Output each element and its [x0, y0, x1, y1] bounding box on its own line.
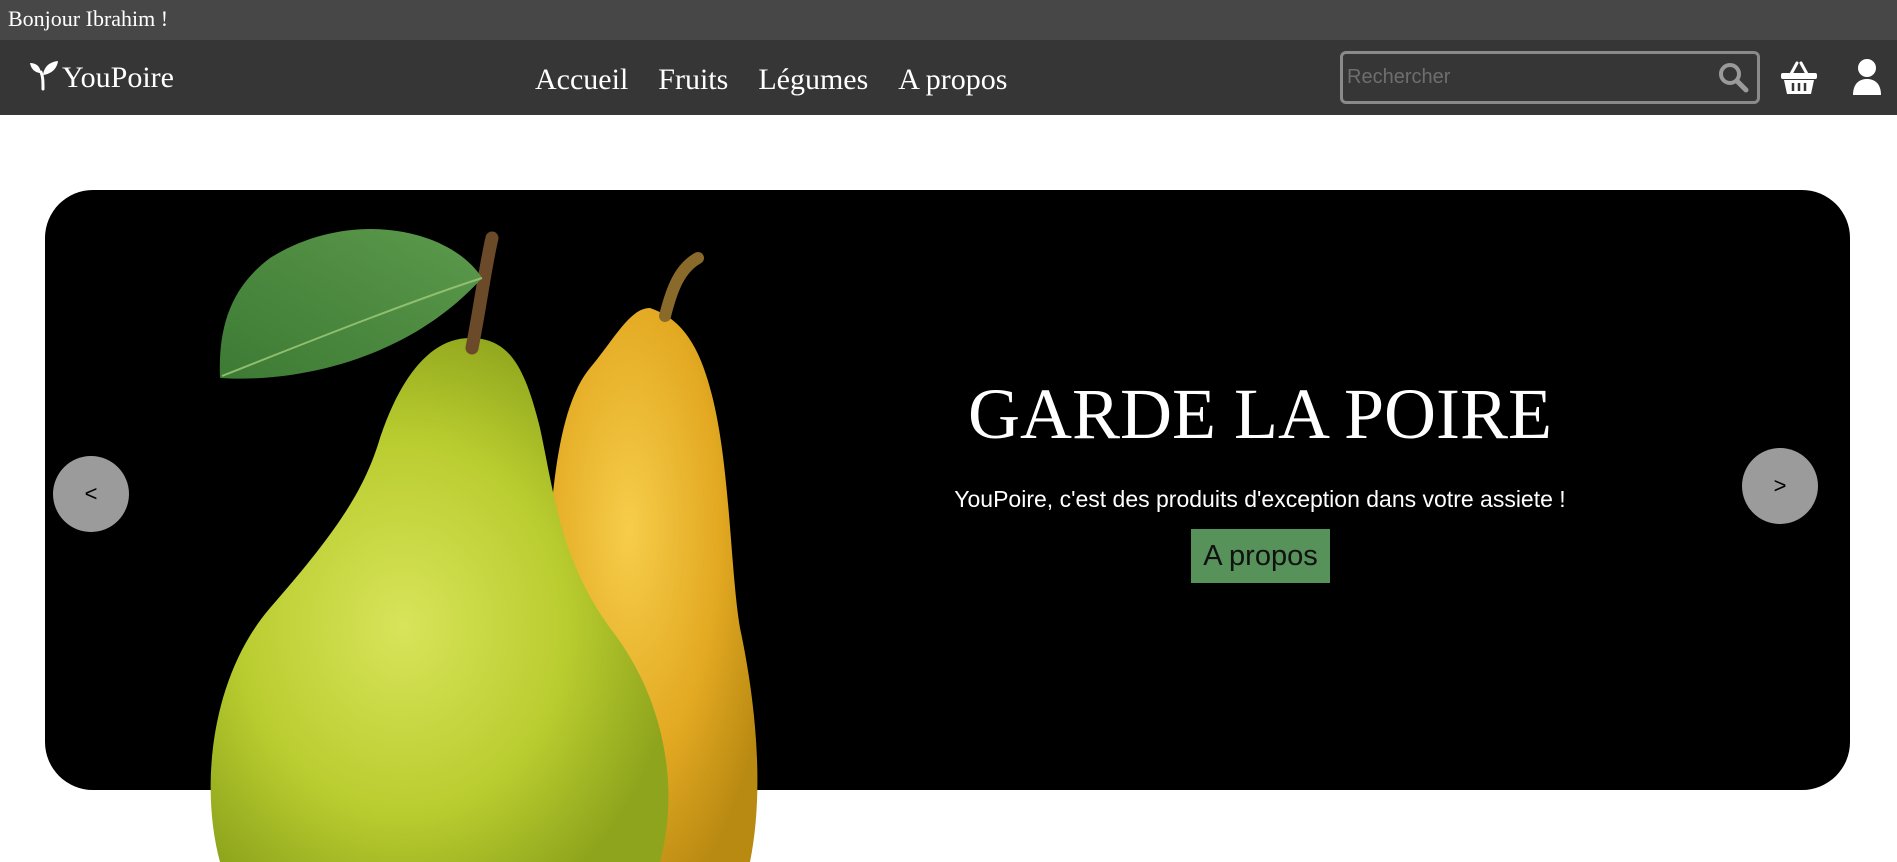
nav-link-legumes[interactable]: Légumes: [758, 60, 868, 100]
pears-image: [210, 229, 758, 862]
user-icon[interactable]: [1851, 58, 1883, 96]
search-input[interactable]: [1347, 58, 1707, 97]
search-box: [1340, 51, 1760, 104]
nav-link-a-propos[interactable]: A propos: [898, 60, 1007, 100]
basket-icon[interactable]: [1780, 60, 1818, 96]
hero-title: GARDE LA POIRE: [967, 374, 1552, 454]
sprout-icon: [30, 61, 58, 91]
greeting-text: Bonjour Ibrahim !: [8, 6, 169, 31]
greeting-bar: Bonjour Ibrahim !: [0, 0, 1897, 40]
main-nav: Accueil Fruits Légumes A propos: [535, 60, 1007, 100]
hero-subtitle: YouPoire, c'est des produits d'exception…: [954, 486, 1566, 512]
carousel-next-button[interactable]: >: [1742, 448, 1818, 524]
brand-logo[interactable]: YouPoire: [28, 58, 174, 98]
about-button[interactable]: A propos: [1191, 529, 1330, 583]
search-icon[interactable]: [1717, 61, 1749, 93]
nav-link-fruits[interactable]: Fruits: [658, 60, 728, 100]
brand-name: YouPoire: [62, 61, 174, 94]
navbar: YouPoire Accueil Fruits Légumes A propos: [0, 40, 1897, 115]
nav-link-accueil[interactable]: Accueil: [535, 60, 628, 100]
carousel-prev-button[interactable]: <: [53, 456, 129, 532]
